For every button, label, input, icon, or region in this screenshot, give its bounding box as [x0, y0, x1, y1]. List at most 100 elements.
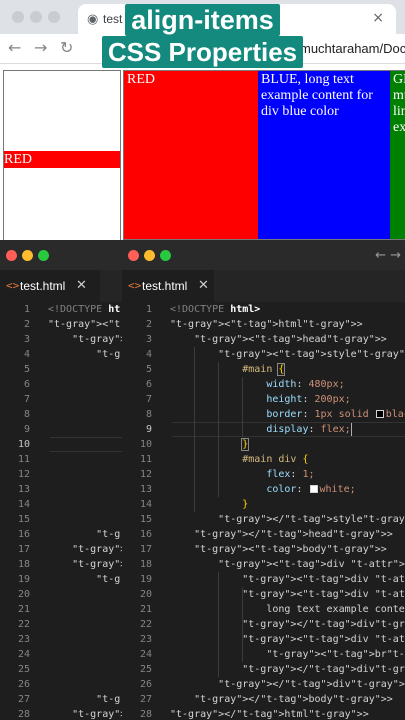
code-text: "t-gray"></"t-tag">di [96, 694, 122, 705]
code-text: "t-gray"><"t-tag">body"t-gray">> [194, 544, 387, 555]
editor-tab[interactable]: <> test.html ✕ [0, 270, 100, 302]
close-window-dot[interactable] [128, 250, 139, 261]
line-number: 10 [139, 439, 152, 450]
line-number: 7 [145, 394, 152, 405]
line-number: 9 [145, 424, 152, 435]
code-line[interactable]: 20 "t-gray"><"t-tag">div "t-attr">style=… [122, 587, 405, 602]
code-line[interactable]: 22 [0, 617, 122, 632]
code-text: } [242, 499, 249, 510]
line-number: 2 [145, 319, 152, 330]
code-line[interactable]: 16 "t-gray"></"t-tag">st [0, 527, 122, 542]
line-number: 28 [17, 709, 30, 720]
editor-tabbar: <> test.html ✕ [0, 270, 122, 302]
editor-tab[interactable]: <> test.html ✕ [122, 270, 214, 302]
line-number: 9 [23, 424, 30, 435]
code-line[interactable]: 23 [0, 632, 122, 647]
code-line[interactable]: 4 "t-gray"><"t-tag">sty [0, 347, 122, 362]
code-line[interactable]: 5 [0, 362, 122, 377]
code-text: #main { [242, 364, 285, 375]
line-number: 1 [23, 304, 30, 315]
code-line[interactable]: 15 [0, 512, 122, 527]
brace-match-highlight [241, 438, 249, 451]
code-line[interactable]: 16 "t-gray"></"t-tag">head"t-gray">> [122, 527, 405, 542]
minimize-window-dot[interactable] [144, 250, 155, 261]
code-text: <!DOCTYPE ht [48, 304, 121, 315]
code-line[interactable]: 12 flex: 1; [122, 467, 405, 482]
maximize-window-dot[interactable] [160, 250, 171, 261]
code-line[interactable]: 17 "t-gray"></"t-tag">head"t-gray">> [0, 542, 122, 557]
line-number: 20 [17, 589, 30, 600]
maximize-window-dot[interactable] [38, 250, 49, 261]
code-line[interactable]: 25 [0, 662, 122, 677]
code-line[interactable]: 26 "t-gray"></"t-tag">div"t-gray">> [122, 677, 405, 692]
code-text: width: 480px; [266, 379, 345, 390]
code-line[interactable]: 6 [0, 377, 122, 392]
minimize-window-dot[interactable] [22, 250, 33, 261]
code-line[interactable]: 3 "t-gray"><"t-tag">head"t-gray">> [0, 332, 122, 347]
code-line[interactable]: 13 color: white; [122, 482, 405, 497]
editor-tab-name: test.html [142, 279, 188, 293]
code-line[interactable]: 11 [0, 452, 122, 467]
code-line[interactable]: 18 "t-gray"><"t-tag">div "t-attr">id="ma… [122, 557, 405, 572]
code-line[interactable]: 19 "t-gray"><"t-tag">div "t-attr">style=… [122, 572, 405, 587]
code-line[interactable]: 1 <!DOCTYPE ht [0, 302, 122, 317]
code-line[interactable]: 10 } [122, 437, 405, 452]
code-text: "t-gray"></"t-tag">head"t-gray">> [72, 544, 122, 555]
code-line[interactable]: 22 "t-gray"></"t-tag">div"t-gray">> [122, 617, 405, 632]
code-line[interactable]: 8 [0, 407, 122, 422]
code-line[interactable]: 13 [0, 482, 122, 497]
code-line[interactable]: 5 #main { [122, 362, 405, 377]
code-line[interactable]: 2 "t-gray"><"t-tag">html"t-gray">> [122, 317, 405, 332]
code-text: "t-gray"><"t-tag">div "t-attr">id="main"… [218, 559, 405, 570]
code-line[interactable]: 14 [0, 497, 122, 512]
code-line[interactable]: 26 [0, 677, 122, 692]
line-number: 2 [23, 319, 30, 330]
code-line[interactable]: 28 "t-gray"></"t-tag">html"t-gray">> [122, 707, 405, 720]
code-line[interactable]: 14 } [122, 497, 405, 512]
navigation-arrows-icon[interactable]: ← → [375, 248, 401, 263]
code-line[interactable]: 27 "t-gray"></"t-tag">body"t-gray">> [122, 692, 405, 707]
code-line[interactable]: 28 "t-gray"></"t-tag">body"t-gray">> [0, 707, 122, 720]
code-line[interactable]: 7 height: 200px; [122, 392, 405, 407]
editor-titlebar: ← → [122, 240, 405, 270]
code-text: color: white; [266, 484, 356, 495]
code-line[interactable]: 27 "t-gray"></"t-tag">di [0, 692, 122, 707]
code-line[interactable]: 23 "t-gray"><"t-tag">div "t-attr">style=… [122, 632, 405, 647]
code-line[interactable]: 9 [0, 422, 122, 437]
code-line[interactable]: 21 [0, 602, 122, 617]
code-line[interactable]: 18 "t-gray"><"t-tag">body"t-gray">> [0, 557, 122, 572]
code-text: "t-gray"><"t-tag">div "t-attr">style="ba… [242, 589, 405, 600]
code-line[interactable]: 24 [0, 647, 122, 662]
indent-guide [242, 587, 243, 662]
code-line[interactable]: 7 [0, 392, 122, 407]
code-line[interactable]: 8 border: 1px solid black [122, 407, 405, 422]
code-line[interactable]: 12 [0, 467, 122, 482]
code-text: "t-gray"></"t-tag">head"t-gray">> [194, 529, 393, 540]
code-line[interactable]: 19 "t-gray"><"t-tag">div [0, 572, 122, 587]
code-line[interactable]: 4 "t-gray"><"t-tag">style"t-gray">> [122, 347, 405, 362]
code-line[interactable]: 9 display: flex; [122, 422, 405, 437]
code-line[interactable]: 6 width: 480px; [122, 377, 405, 392]
code-line[interactable]: 1 <!DOCTYPE html> [122, 302, 405, 317]
page-viewport: RED RED BLUE, long text example content … [0, 65, 405, 240]
code-line[interactable]: 11 #main div { [122, 452, 405, 467]
code-text: "t-gray"><"t-tag">sty [96, 349, 122, 360]
close-window-dot[interactable] [6, 250, 17, 261]
code-line[interactable]: 10 [0, 437, 122, 452]
code-line[interactable]: 3 "t-gray"><"t-tag">head"t-gray">> [122, 332, 405, 347]
code-text: "t-gray"><"t-tag">html"t-gray">> [48, 319, 122, 330]
code-line[interactable]: 24 "t-gray"><"t-tag">br"t-gray">>multipl… [122, 647, 405, 662]
code-line[interactable]: 20 [0, 587, 122, 602]
code-line[interactable]: 2 "t-gray"><"t-tag">html"t-gray">> [0, 317, 122, 332]
close-tab-icon[interactable]: ✕ [198, 278, 209, 293]
code-line[interactable]: 21 long text example conten [122, 602, 405, 617]
code-line[interactable]: 15 "t-gray"></"t-tag">style"t-gray">> [122, 512, 405, 527]
line-number: 19 [17, 574, 30, 585]
line-number: 22 [139, 619, 152, 630]
close-tab-icon[interactable]: ✕ [76, 278, 87, 293]
code-line[interactable]: 25 "t-gray"></"t-tag">div"t-gray">> [122, 662, 405, 677]
code-text: "t-gray"></"t-tag">style"t-gray">> [218, 514, 405, 525]
line-number: 1 [145, 304, 152, 315]
line-number: 15 [139, 514, 152, 525]
code-line[interactable]: 17 "t-gray"><"t-tag">body"t-gray">> [122, 542, 405, 557]
